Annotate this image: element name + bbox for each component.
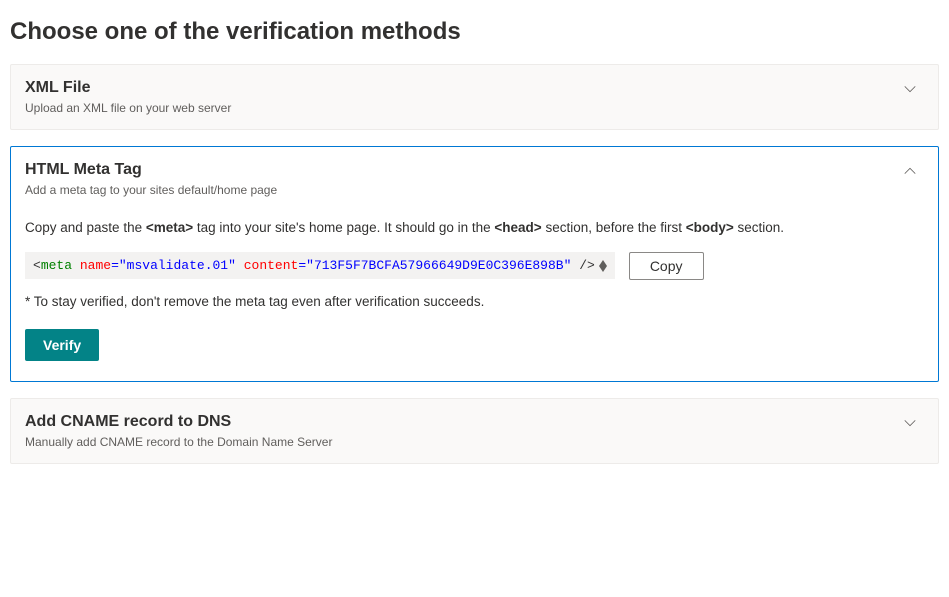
method-html-header[interactable]: HTML Meta Tag Add a meta tag to your sit… xyxy=(11,147,938,211)
chevron-down-icon xyxy=(902,81,918,97)
page-title: Choose one of the verification methods xyxy=(10,18,939,46)
method-xml-file: XML File Upload an XML file on your web … xyxy=(10,64,939,130)
method-cname-subtitle: Manually add CNAME record to the Domain … xyxy=(25,435,902,449)
method-cname-header[interactable]: Add CNAME record to DNS Manually add CNA… xyxy=(11,399,938,463)
verification-note: * To stay verified, don't remove the met… xyxy=(25,294,924,309)
verify-button[interactable]: Verify xyxy=(25,329,99,361)
method-html-meta: HTML Meta Tag Add a meta tag to your sit… xyxy=(10,146,939,382)
chevron-down-icon xyxy=(902,415,918,431)
method-xml-title: XML File xyxy=(25,79,902,97)
method-cname-title: Add CNAME record to DNS xyxy=(25,413,902,431)
chevron-up-icon xyxy=(902,163,918,179)
method-xml-subtitle: Upload an XML file on your web server xyxy=(25,101,902,115)
method-html-title: HTML Meta Tag xyxy=(25,161,902,179)
method-cname: Add CNAME record to DNS Manually add CNA… xyxy=(10,398,939,464)
instruction-text: Copy and paste the <meta> tag into your … xyxy=(25,219,924,238)
method-xml-header[interactable]: XML File Upload an XML file on your web … xyxy=(11,65,938,129)
method-html-subtitle: Add a meta tag to your sites default/hom… xyxy=(25,183,902,197)
method-html-body: Copy and paste the <meta> tag into your … xyxy=(11,211,938,381)
stepper-down-icon[interactable] xyxy=(599,266,607,272)
code-stepper[interactable] xyxy=(599,260,607,272)
meta-tag-code[interactable]: <meta name="msvalidate.01" content="713F… xyxy=(25,252,615,279)
copy-button[interactable]: Copy xyxy=(629,252,704,280)
